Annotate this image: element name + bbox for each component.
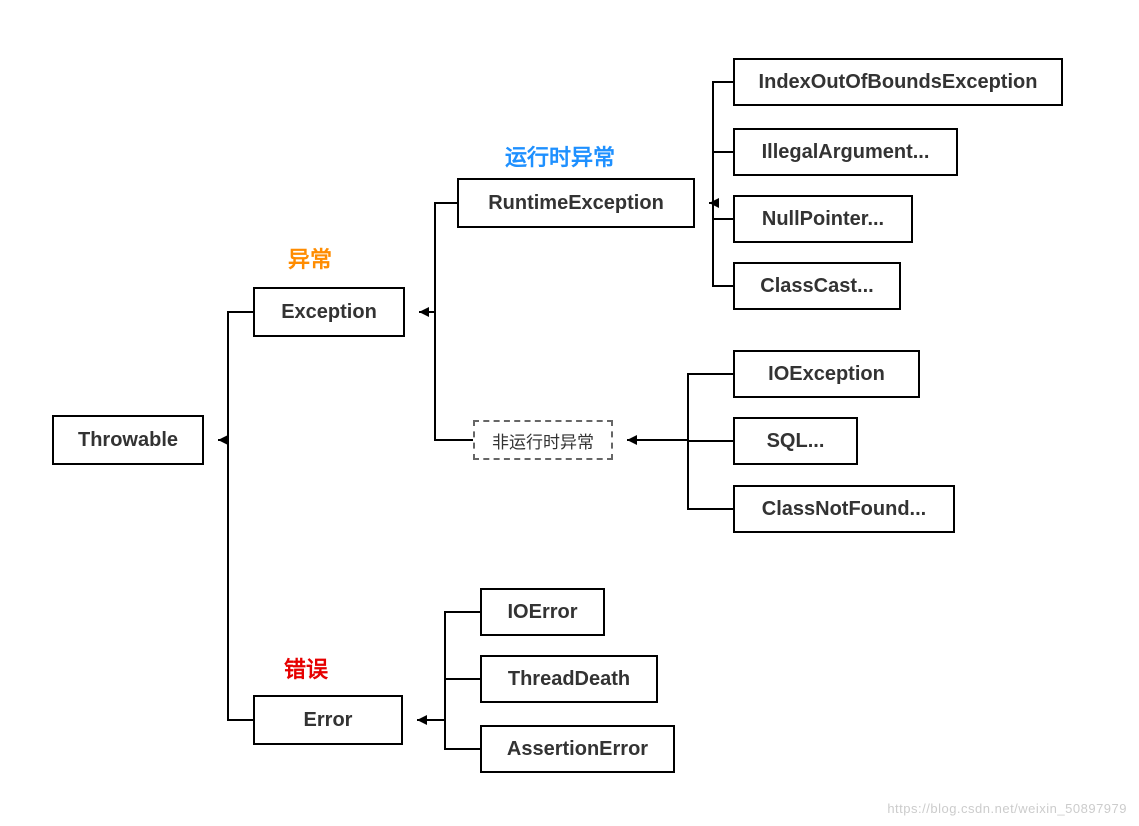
node-runtime-exception: RuntimeException [457, 178, 695, 228]
node-io-error: IOError [480, 588, 605, 636]
node-sql: SQL... [733, 417, 858, 465]
node-thread-death: ThreadDeath [480, 655, 658, 703]
node-null-pointer: NullPointer... [733, 195, 913, 243]
diagram-canvas: 运行时异常 异常 错误 Throwable Exception Error Ru… [0, 0, 1139, 826]
node-error: Error [253, 695, 403, 745]
node-throwable: Throwable [52, 415, 204, 465]
node-io-exception: IOException [733, 350, 920, 398]
node-illegal-arg: IllegalArgument... [733, 128, 958, 176]
node-exception: Exception [253, 287, 405, 337]
node-index-oob: IndexOutOfBoundsException [733, 58, 1063, 106]
annotation-runtime: 运行时异常 [505, 140, 615, 172]
watermark: https://blog.csdn.net/weixin_50897979 [887, 801, 1127, 816]
annotation-exception: 异常 [288, 242, 332, 274]
node-class-not-found: ClassNotFound... [733, 485, 955, 533]
node-class-cast: ClassCast... [733, 262, 901, 310]
annotation-error: 错误 [284, 652, 328, 684]
node-assertion-error: AssertionError [480, 725, 675, 773]
node-non-runtime: 非运行时异常 [473, 420, 613, 460]
